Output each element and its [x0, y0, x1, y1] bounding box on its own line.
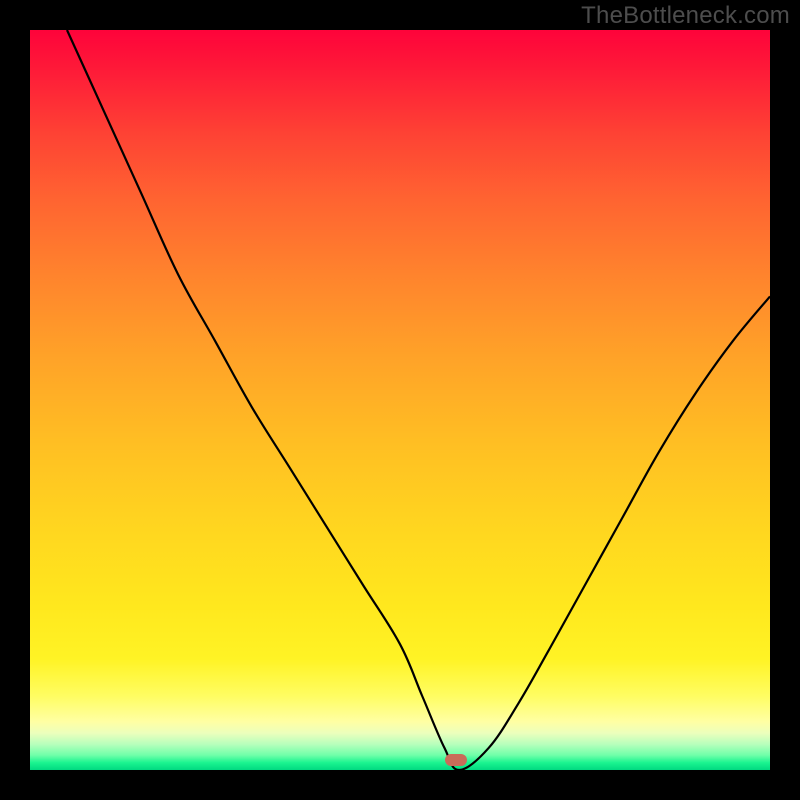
bottleneck-curve [30, 30, 770, 770]
optimal-point-marker [445, 754, 467, 766]
watermark-text: TheBottleneck.com [581, 2, 790, 30]
plot-area [30, 30, 770, 770]
chart-container: TheBottleneck.com [0, 0, 800, 800]
